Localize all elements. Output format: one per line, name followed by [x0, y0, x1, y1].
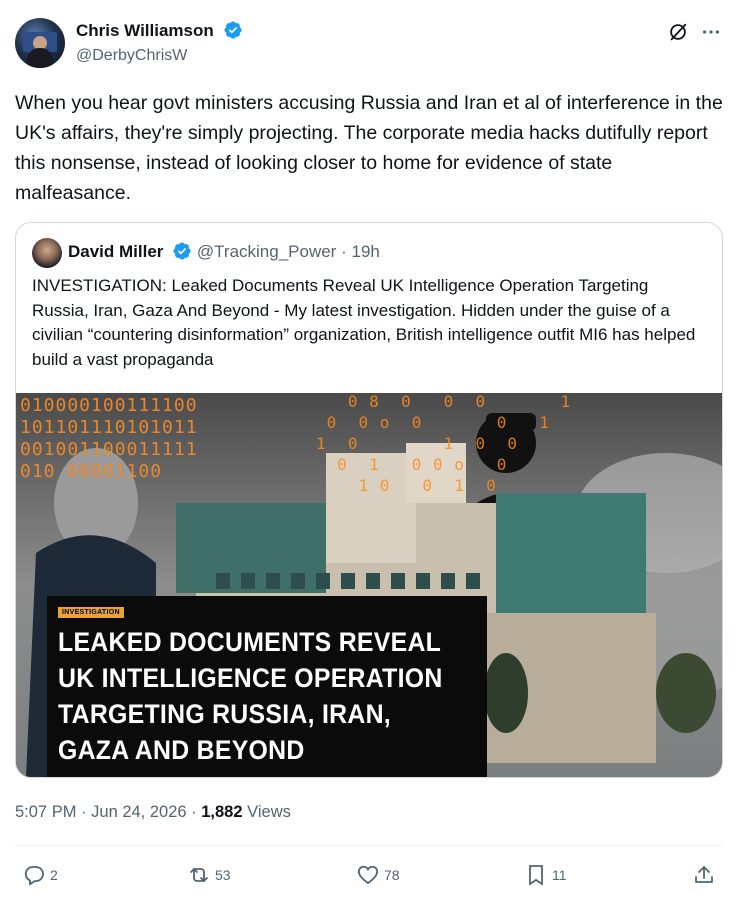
quoted-text: INVESTIGATION: Leaked Documents Reveal U… — [32, 276, 696, 369]
share-button[interactable] — [692, 858, 716, 892]
quoted-author-handle[interactable]: @Tracking_Power — [197, 242, 336, 261]
quoted-author-avatar[interactable] — [32, 238, 62, 268]
more-icon[interactable] — [700, 21, 722, 43]
like-count: 78 — [384, 867, 400, 883]
bookmark-icon — [529, 865, 543, 886]
views-count: 1,882 — [201, 803, 243, 821]
repost-count: 53 — [215, 867, 231, 883]
tweet-time[interactable]: 5:07 PM — [15, 803, 76, 821]
quoted-author-line: David Miller @Tracking_Power · 19h — [68, 240, 380, 264]
quoted-separator: · — [341, 242, 347, 261]
meta-separator: · — [191, 803, 197, 821]
verified-badge-icon — [173, 242, 191, 260]
reply-button[interactable]: 2 — [22, 858, 58, 892]
like-button[interactable]: 78 — [356, 858, 400, 892]
image-caption-tag: INVESTIGATION — [58, 607, 124, 618]
repost-icon — [190, 868, 208, 882]
grok-icon[interactable] — [667, 21, 689, 43]
divider — [15, 845, 723, 846]
repost-button[interactable]: 53 — [187, 858, 231, 892]
like-icon — [357, 865, 379, 885]
quoted-author-name[interactable]: David Miller — [68, 242, 163, 261]
image-caption-title: LEAKED DOCUMENTS REVEAL UK INTELLIGENCE … — [58, 627, 443, 765]
tweet-date[interactable]: Jun 24, 2026 — [91, 803, 186, 821]
bookmark-count: 11 — [552, 867, 567, 883]
author-avatar[interactable] — [15, 18, 65, 68]
author-handle[interactable]: @DerbyChrisW — [76, 44, 187, 68]
binary-overlay-right: 0 8 0 0 0 1 0 0 o 0 0 1 1 0 1 0 0 0 1 0 … — [316, 393, 572, 495]
tweet-text: When you hear govt ministers accusing Ru… — [15, 92, 723, 204]
verified-badge-icon — [223, 21, 242, 39]
reply-count: 2 — [50, 867, 58, 883]
bookmark-button[interactable]: 11 — [524, 858, 567, 892]
share-icon — [695, 866, 713, 883]
author-name[interactable]: Chris Williamson — [76, 18, 243, 44]
image-caption-box: INVESTIGATION LEAKED DOCUMENTS REVEAL UK… — [47, 596, 487, 777]
quoted-time[interactable]: 19h — [351, 242, 379, 261]
quoted-tweet[interactable]: David Miller @Tracking_Power · 19h INVES… — [15, 222, 723, 778]
reply-icon — [24, 866, 44, 886]
views-label: Views — [247, 803, 291, 821]
tweet-meta: 5:07 PM · Jun 24, 2026 · 1,882 Views — [15, 799, 291, 825]
binary-overlay-left: 010000100111100 101101110101011 00100110… — [20, 395, 198, 482]
meta-separator: · — [81, 803, 87, 821]
author-name-text[interactable]: Chris Williamson — [76, 21, 214, 40]
quoted-image[interactable]: 010000100111100 101101110101011 00100110… — [16, 393, 722, 777]
